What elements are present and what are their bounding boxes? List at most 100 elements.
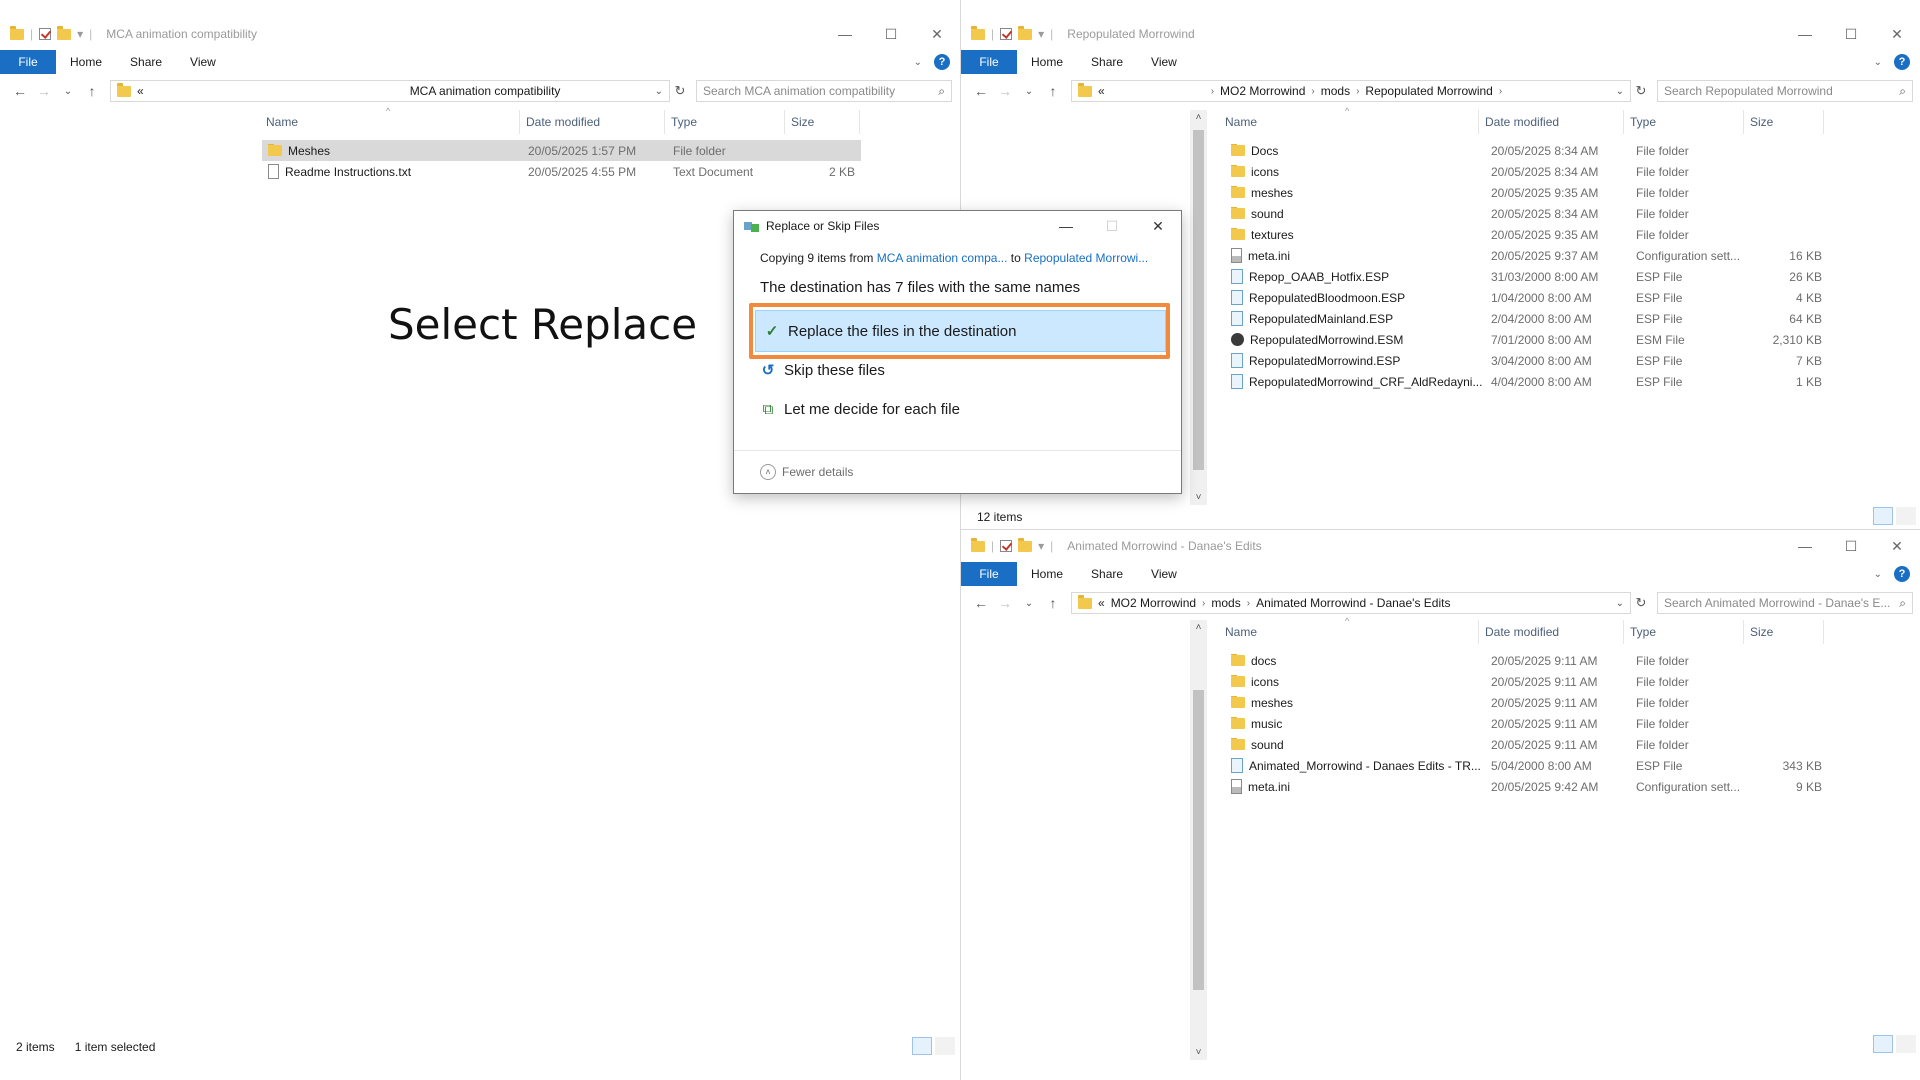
replace-files-button[interactable]: ✓ Replace the files in the destination — [755, 310, 1166, 352]
table-row[interactable]: icons 20/05/2025 8:34 AM File folder — [1225, 161, 1830, 182]
address-path[interactable]: MCA animation compatibility — [410, 84, 561, 98]
expand-ribbon-icon[interactable]: ⌄ — [1874, 569, 1882, 580]
customize-dropdown-icon[interactable]: ▾ — [1038, 539, 1044, 553]
details-view-icon[interactable] — [1873, 507, 1893, 525]
breadcrumb-item[interactable]: Animated Morrowind - Danae's Edits — [1256, 596, 1450, 610]
scrollbar[interactable]: ˄ ˅ — [1190, 110, 1207, 505]
customize-dropdown-icon[interactable]: ▾ — [1038, 27, 1044, 41]
search-input[interactable]: Search Animated Morrowind - Danae's E...… — [1657, 592, 1913, 614]
address-overflow[interactable]: « — [137, 84, 144, 98]
scrollbar[interactable]: ˄ ˅ — [1190, 620, 1207, 1060]
tab-share[interactable]: Share — [116, 50, 176, 74]
tab-file[interactable]: File — [0, 50, 56, 74]
crumb-separator-icon[interactable]: › — [1356, 86, 1359, 97]
search-input[interactable]: Search Repopulated Morrowind ⌕ — [1657, 80, 1913, 102]
fewer-details-toggle[interactable]: ˄ Fewer details — [760, 464, 853, 480]
tab-home[interactable]: Home — [1017, 50, 1077, 74]
crumb-separator-icon[interactable]: › — [1311, 86, 1314, 97]
details-view-icon[interactable] — [912, 1037, 932, 1055]
expand-ribbon-icon[interactable]: ⌄ — [914, 57, 922, 68]
tab-view[interactable]: View — [176, 50, 230, 74]
customize-dropdown-icon[interactable]: ▾ — [77, 27, 83, 41]
skip-files-button[interactable]: ↺ Skip these files — [760, 361, 885, 380]
up-arrow-icon[interactable]: ↑ — [1041, 83, 1065, 99]
tab-home[interactable]: Home — [1017, 562, 1077, 586]
column-date[interactable]: Date modified — [1479, 620, 1624, 644]
back-arrow-icon[interactable]: ← — [969, 595, 993, 611]
refresh-icon[interactable]: ↻ — [1631, 595, 1651, 611]
table-row[interactable]: docs 20/05/2025 9:11 AM File folder — [1225, 650, 1830, 671]
scroll-up-icon[interactable]: ˄ — [1190, 622, 1207, 633]
scroll-down-icon[interactable]: ˅ — [1190, 492, 1207, 503]
minimize-icon[interactable]: — — [1782, 530, 1828, 562]
up-arrow-icon[interactable]: ↑ — [1041, 595, 1065, 611]
column-type[interactable]: Type — [1624, 620, 1744, 644]
maximize-icon[interactable]: ☐ — [868, 18, 914, 50]
help-icon[interactable]: ? — [1894, 54, 1910, 70]
destination-link[interactable]: Repopulated Morrowi... — [1024, 251, 1148, 265]
recent-locations-icon[interactable]: ⌄ — [56, 86, 80, 97]
new-folder-icon[interactable] — [1018, 537, 1033, 552]
address-overflow[interactable]: « — [1098, 596, 1105, 610]
table-row[interactable]: Docs 20/05/2025 8:34 AM File folder — [1225, 140, 1830, 161]
column-size[interactable]: Size — [1744, 620, 1824, 644]
tab-file[interactable]: File — [961, 562, 1017, 586]
chevron-down-icon[interactable]: ⌄ — [655, 86, 663, 97]
scroll-up-icon[interactable]: ˄ — [1190, 112, 1207, 123]
scroll-thumb[interactable] — [1193, 130, 1204, 470]
properties-checkbox-icon[interactable] — [1000, 28, 1013, 40]
address-bar[interactable]: « MCA animation compatibility ⌄ — [110, 80, 670, 102]
back-arrow-icon[interactable]: ← — [8, 83, 32, 99]
back-arrow-icon[interactable]: ← — [969, 83, 993, 99]
table-row[interactable]: RepopulatedBloodmoon.ESP 1/04/2000 8:00 A… — [1225, 287, 1830, 308]
decide-each-file-button[interactable]: ⧉ Let me decide for each file — [760, 401, 960, 418]
column-size[interactable]: Size — [785, 110, 860, 134]
help-icon[interactable]: ? — [934, 54, 950, 70]
breadcrumb-item[interactable]: MO2 Morrowind — [1111, 596, 1196, 610]
scroll-down-icon[interactable]: ˅ — [1190, 1047, 1207, 1058]
table-row[interactable]: music 20/05/2025 9:11 AM File folder — [1225, 713, 1830, 734]
table-row[interactable]: Readme Instructions.txt 20/05/2025 4:55 … — [262, 161, 861, 182]
table-row[interactable]: RepopulatedMorrowind_CRF_AldRedayni... 4/… — [1225, 371, 1830, 392]
tab-share[interactable]: Share — [1077, 50, 1137, 74]
minimize-icon[interactable]: — — [1782, 18, 1828, 50]
table-row[interactable]: meta.ini 20/05/2025 9:37 AM Configuration … — [1225, 245, 1830, 266]
minimize-icon[interactable]: — — [822, 18, 868, 50]
column-type[interactable]: Type — [1624, 110, 1744, 134]
column-size[interactable]: Size — [1744, 110, 1824, 134]
large-icons-view-icon[interactable] — [935, 1037, 955, 1055]
maximize-icon[interactable]: ☐ — [1828, 18, 1874, 50]
breadcrumb-item[interactable]: MO2 Morrowind — [1220, 84, 1305, 98]
details-view-icon[interactable] — [1873, 1035, 1893, 1053]
chevron-down-icon[interactable]: ⌄ — [1616, 598, 1624, 609]
tab-share[interactable]: Share — [1077, 562, 1137, 586]
recent-locations-icon[interactable]: ⌄ — [1017, 598, 1041, 609]
breadcrumb-item[interactable]: Repopulated Morrowind — [1365, 84, 1492, 98]
refresh-icon[interactable]: ↻ — [1631, 83, 1651, 99]
table-row[interactable]: textures 20/05/2025 9:35 AM File folder — [1225, 224, 1830, 245]
table-row[interactable]: sound 20/05/2025 9:11 AM File folder — [1225, 734, 1830, 755]
table-row[interactable]: Meshes 20/05/2025 1:57 PM File folder — [262, 140, 861, 161]
close-icon[interactable]: ✕ — [1874, 18, 1920, 50]
table-row[interactable]: RepopulatedMorrowind.ESM 7/01/2000 8:00 A… — [1225, 329, 1830, 350]
help-icon[interactable]: ? — [1894, 566, 1910, 582]
column-date[interactable]: Date modified — [520, 110, 665, 134]
chevron-down-icon[interactable]: ⌄ — [1616, 86, 1624, 97]
recent-locations-icon[interactable]: ⌄ — [1017, 86, 1041, 97]
large-icons-view-icon[interactable] — [1896, 1035, 1916, 1053]
forward-arrow-icon[interactable]: → — [32, 83, 56, 99]
search-input[interactable]: Search MCA animation compatibility ⌕ — [696, 80, 952, 102]
breadcrumb-item[interactable]: mods — [1211, 596, 1240, 610]
table-row[interactable]: meshes 20/05/2025 9:11 AM File folder — [1225, 692, 1830, 713]
maximize-icon[interactable]: ☐ — [1828, 530, 1874, 562]
table-row[interactable]: RepopulatedMainland.ESP 2/04/2000 8:00 AM… — [1225, 308, 1830, 329]
crumb-separator-icon[interactable]: › — [1202, 598, 1205, 609]
tab-view[interactable]: View — [1137, 562, 1191, 586]
table-row[interactable]: meshes 20/05/2025 9:35 AM File folder — [1225, 182, 1830, 203]
scroll-thumb[interactable] — [1193, 690, 1204, 990]
expand-ribbon-icon[interactable]: ⌄ — [1874, 57, 1882, 68]
table-row[interactable]: meta.ini 20/05/2025 9:42 AM Configuration … — [1225, 776, 1830, 797]
tab-home[interactable]: Home — [56, 50, 116, 74]
minimize-icon[interactable]: — — [1043, 211, 1089, 241]
new-folder-icon[interactable] — [57, 25, 72, 40]
